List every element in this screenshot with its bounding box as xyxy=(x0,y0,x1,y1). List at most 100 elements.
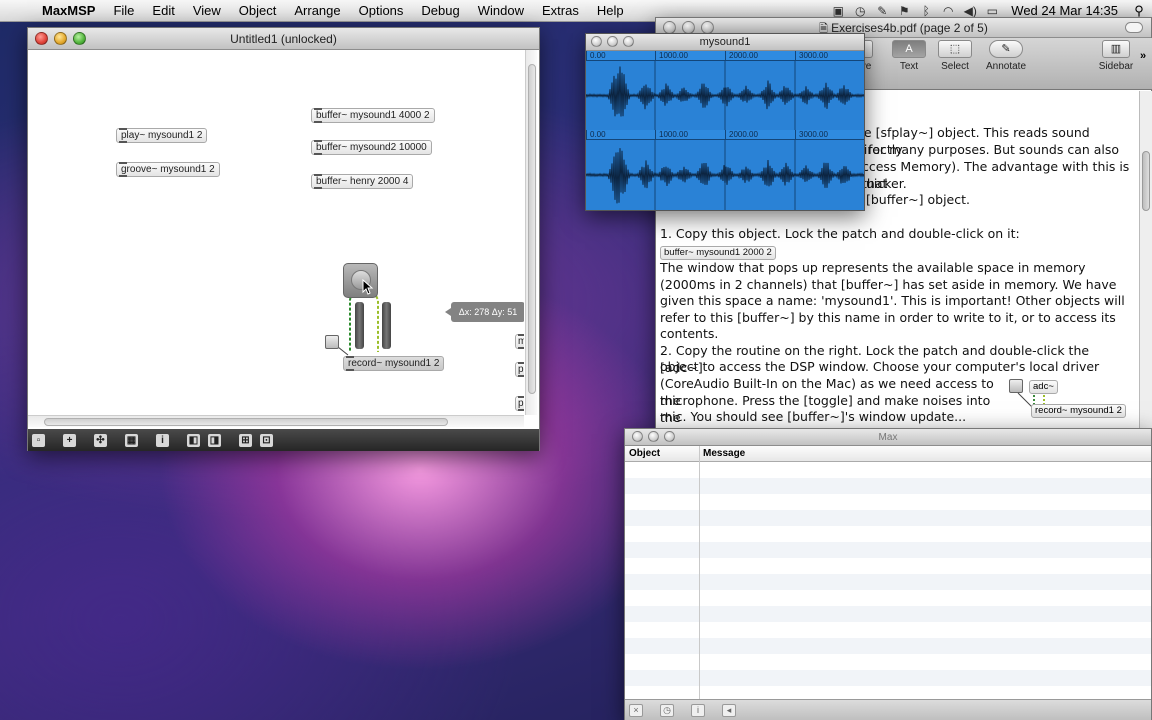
buffer-zoom-button[interactable] xyxy=(623,36,634,47)
step1-buffer-box: buffer~ mysound1 2000 2 xyxy=(660,245,776,260)
menu-app-name[interactable]: MaxMSP xyxy=(36,3,104,18)
patch-cords xyxy=(332,277,379,356)
mouse-cursor-icon xyxy=(362,279,374,295)
waveform-channel-2 xyxy=(586,140,864,210)
select-tool-label: Select xyxy=(941,61,969,72)
select-tool[interactable]: ⬚ Select xyxy=(932,40,978,72)
menu-edit[interactable]: Edit xyxy=(143,3,183,18)
zoom-button[interactable] xyxy=(73,32,86,45)
menu-object[interactable]: Object xyxy=(230,3,286,18)
console-close-button[interactable] xyxy=(632,431,643,442)
text-tool-label: Text xyxy=(899,61,919,72)
doc-line-2: for many purposes. But sounds can also xyxy=(868,142,1120,157)
ruler1-label-0: 0.00 xyxy=(586,51,606,61)
sidebar-icon: ▥ xyxy=(1102,40,1130,58)
menu-arrange[interactable]: Arrange xyxy=(285,3,349,18)
minimize-button[interactable] xyxy=(54,32,67,45)
presentation-icon[interactable]: ▦ xyxy=(125,434,138,447)
record-object[interactable]: record~ mysound1 2 xyxy=(343,356,445,371)
step2-line-2: object to access the DSP window. Choose … xyxy=(660,359,1100,374)
menu-help[interactable]: Help xyxy=(588,3,633,18)
clear-icon[interactable]: × xyxy=(629,704,643,717)
wifi-icon[interactable]: ◠ xyxy=(937,4,959,18)
drag-delta-tooltip: Δx: 278 Δy: 51 xyxy=(445,302,524,322)
text-tool[interactable]: A Text xyxy=(885,40,933,72)
patcher-vertical-scrollbar[interactable] xyxy=(525,50,537,415)
text-tool-icon: A xyxy=(892,40,926,58)
patcher-canvas[interactable]: play~ mysound1 2 groove~ mysound1 2 buff… xyxy=(28,50,524,415)
toggle[interactable] xyxy=(325,335,339,349)
bluetooth-icon[interactable]: ᛒ xyxy=(915,4,937,18)
console-minimize-button[interactable] xyxy=(648,431,659,442)
info-icon[interactable]: i xyxy=(691,704,705,717)
timemachine-icon[interactable]: ◷ xyxy=(849,4,871,18)
offscreen-object-1[interactable]: m xyxy=(515,334,524,349)
menu-debug[interactable]: Debug xyxy=(412,3,468,18)
move-icon[interactable]: ✣ xyxy=(94,434,107,447)
sidebar-tool[interactable]: ▥ Sidebar xyxy=(1096,40,1136,72)
console-footer: × ◷ i ◂ xyxy=(625,699,1151,720)
buffer-titlebar[interactable]: mysound1 xyxy=(586,34,864,51)
level-meter-left xyxy=(355,302,364,349)
buffer-minimize-button[interactable] xyxy=(607,36,618,47)
ruler1-label-1: 1000.00 xyxy=(655,51,688,61)
patcher-horizontal-scrollbar[interactable] xyxy=(28,415,524,427)
column-divider[interactable] xyxy=(699,446,700,699)
grid-icon[interactable]: ⊞ xyxy=(239,434,252,447)
snap-icon[interactable]: ⊡ xyxy=(260,434,273,447)
col-object-header[interactable]: Object xyxy=(629,446,660,462)
col-message-header[interactable]: Message xyxy=(703,446,745,462)
doc-line-4: uicker. xyxy=(866,176,907,191)
menu-window[interactable]: Window xyxy=(469,3,533,18)
step2-line-5: mic. You should see [buffer~]'s window u… xyxy=(660,409,967,424)
preview-scrollbar[interactable] xyxy=(1139,91,1152,428)
console-rows[interactable] xyxy=(625,462,1151,699)
new-object-icon[interactable]: + xyxy=(63,434,76,447)
waveform-display[interactable]: 0.00 1000.00 2000.00 3000.00 0.00 1000.0… xyxy=(586,51,864,210)
console-title: Max xyxy=(878,432,898,443)
screen-record-icon[interactable]: ▣ xyxy=(827,4,849,18)
patcher-title: Untitled1 (unlocked) xyxy=(230,32,337,46)
sidebar-tool-label: Sidebar xyxy=(1098,61,1134,72)
toolbar-overflow-icon[interactable]: » xyxy=(1140,50,1146,62)
inspector-icon[interactable]: i xyxy=(156,434,169,447)
paragraph-2: The window that pops up represents the a… xyxy=(660,260,1125,341)
waveform-channel-1 xyxy=(586,61,864,130)
ruler2-label-1: 1000.00 xyxy=(655,130,688,140)
annotate-tool[interactable]: ✎ Annotate xyxy=(984,40,1028,72)
volume-icon[interactable]: ◀) xyxy=(959,4,981,18)
script-icon[interactable]: ✎ xyxy=(871,4,893,18)
console-header: Object Message xyxy=(625,446,1151,462)
send-back-icon[interactable]: ◨ xyxy=(208,434,221,447)
patcher-window: Untitled1 (unlocked) play~ mysound1 2 gr… xyxy=(27,27,540,451)
patcher-titlebar[interactable]: Untitled1 (unlocked) xyxy=(28,28,539,50)
buffer-close-button[interactable] xyxy=(591,36,602,47)
flag-icon[interactable]: ⚑ xyxy=(893,4,915,18)
lock-icon[interactable]: ▫ xyxy=(32,434,45,447)
menu-options[interactable]: Options xyxy=(350,3,413,18)
timestamp-icon[interactable]: ◷ xyxy=(660,704,674,717)
doc-line-5: [buffer~] object. xyxy=(866,192,970,207)
menu-extras[interactable]: Extras xyxy=(533,3,588,18)
step1-paragraph: 1. Copy this object. Lock the patch and … xyxy=(660,226,1134,260)
ruler2-label-2: 2000.00 xyxy=(725,130,758,140)
toolbar-toggle-button[interactable] xyxy=(1125,22,1143,33)
battery-icon[interactable]: ▭ xyxy=(981,4,1003,18)
offscreen-object-3[interactable]: p xyxy=(515,396,524,411)
console-titlebar[interactable]: Max xyxy=(625,429,1151,446)
console-zoom-button[interactable] xyxy=(664,431,675,442)
back-icon[interactable]: ◂ xyxy=(722,704,736,717)
buffer-window: mysound1 0.00 1000.00 2000.00 3000.00 0.… xyxy=(585,33,865,211)
menu-clock[interactable]: Wed 24 Mar 14:35 xyxy=(1003,3,1126,18)
menu-view[interactable]: View xyxy=(184,3,230,18)
patcher-toolbar: ▫ + ✣ ▦ i ◧ ◨ ⊞ ⊡ xyxy=(28,429,539,451)
ruler2-label-3: 3000.00 xyxy=(795,130,828,140)
bring-front-icon[interactable]: ◧ xyxy=(187,434,200,447)
ruler1-label-2: 2000.00 xyxy=(725,51,758,61)
offscreen-object-2[interactable]: p xyxy=(515,362,524,377)
time-ruler-1: 0.00 1000.00 2000.00 3000.00 xyxy=(586,51,864,61)
level-meter-right xyxy=(382,302,391,349)
close-button[interactable] xyxy=(35,32,48,45)
annotate-tool-icon: ✎ xyxy=(989,40,1023,58)
menu-file[interactable]: File xyxy=(104,3,143,18)
